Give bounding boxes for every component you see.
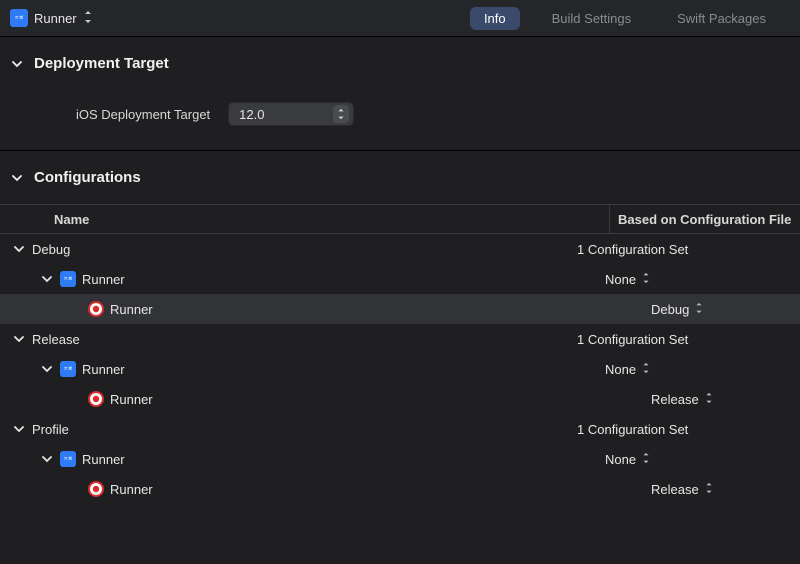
chevron-updown-icon <box>705 482 713 497</box>
target-icon <box>88 391 104 407</box>
config-project-name: Runner <box>82 272 125 287</box>
config-group-summary: 1 Configuration Set <box>577 332 688 347</box>
config-group-row[interactable]: Profile 1 Configuration Set <box>0 414 800 444</box>
chevron-down-icon <box>14 244 26 254</box>
xcode-project-icon <box>60 451 76 467</box>
column-header-based-on[interactable]: Based on Configuration File <box>610 205 800 233</box>
config-group-summary: 1 Configuration Set <box>577 422 688 437</box>
chevron-updown-icon <box>642 362 650 377</box>
chevron-updown-icon <box>333 105 349 123</box>
project-name: Runner <box>34 11 77 26</box>
tab-info[interactable]: Info <box>470 7 520 30</box>
select-value: 12.0 <box>239 107 264 122</box>
config-project-value[interactable]: None <box>605 452 636 467</box>
config-group-name: Profile <box>32 422 69 437</box>
column-header-name[interactable]: Name <box>0 205 610 233</box>
section-header-deployment-target[interactable]: Deployment Target <box>0 37 800 78</box>
chevron-down-icon <box>14 334 26 344</box>
config-target-value[interactable]: Release <box>651 392 699 407</box>
config-project-value[interactable]: None <box>605 272 636 287</box>
tab-swift-packages[interactable]: Swift Packages <box>663 7 780 30</box>
editor-tabs: Info Build Settings Swift Packages <box>470 7 780 30</box>
chevron-updown-icon <box>705 392 713 407</box>
chevron-down-icon <box>42 454 54 464</box>
ios-deployment-target-label: iOS Deployment Target <box>76 107 210 122</box>
section-header-configurations[interactable]: Configurations <box>0 151 800 192</box>
config-group-name: Release <box>32 332 80 347</box>
xcode-project-icon <box>60 361 76 377</box>
configurations-table-header: Name Based on Configuration File <box>0 204 800 234</box>
tab-build-settings[interactable]: Build Settings <box>538 7 646 30</box>
chevron-down-icon <box>42 274 54 284</box>
xcode-project-icon <box>60 271 76 287</box>
chevron-down-icon <box>12 59 24 69</box>
config-project-row[interactable]: Runner None <box>0 264 800 294</box>
config-project-name: Runner <box>82 362 125 377</box>
config-target-name: Runner <box>110 302 153 317</box>
configurations-tree: Debug 1 Configuration Set Runner None Runne… <box>0 234 800 504</box>
chevron-updown-icon <box>642 272 650 287</box>
config-project-name: Runner <box>82 452 125 467</box>
config-target-value[interactable]: Release <box>651 482 699 497</box>
config-group-name: Debug <box>32 242 70 257</box>
config-project-value[interactable]: None <box>605 362 636 377</box>
config-group-summary: 1 Configuration Set <box>577 242 688 257</box>
chevron-updown-icon <box>695 302 703 317</box>
chevron-updown-icon <box>642 452 650 467</box>
config-target-row[interactable]: Runner Debug <box>0 294 800 324</box>
config-target-name: Runner <box>110 392 153 407</box>
config-group-row[interactable]: Debug 1 Configuration Set <box>0 234 800 264</box>
config-project-row[interactable]: Runner None <box>0 444 800 474</box>
project-topbar: Runner Info Build Settings Swift Package… <box>0 0 800 37</box>
config-target-row[interactable]: Runner Release <box>0 474 800 504</box>
chevron-down-icon <box>12 173 24 183</box>
updown-icon <box>83 10 93 27</box>
config-target-value[interactable]: Debug <box>651 302 689 317</box>
section-deployment-target: Deployment Target iOS Deployment Target … <box>0 37 800 150</box>
section-title: Deployment Target <box>34 55 169 72</box>
section-title: Configurations <box>34 169 141 186</box>
section-configurations: Configurations Name Based on Configurati… <box>0 151 800 504</box>
config-target-row[interactable]: Runner Release <box>0 384 800 414</box>
target-icon <box>88 481 104 497</box>
xcode-project-icon <box>10 9 28 27</box>
chevron-down-icon <box>14 424 26 434</box>
target-icon <box>88 301 104 317</box>
chevron-down-icon <box>42 364 54 374</box>
config-project-row[interactable]: Runner None <box>0 354 800 384</box>
config-target-name: Runner <box>110 482 153 497</box>
project-selector[interactable]: Runner <box>10 9 93 27</box>
config-group-row[interactable]: Release 1 Configuration Set <box>0 324 800 354</box>
ios-deployment-target-select[interactable]: 12.0 <box>228 102 354 126</box>
